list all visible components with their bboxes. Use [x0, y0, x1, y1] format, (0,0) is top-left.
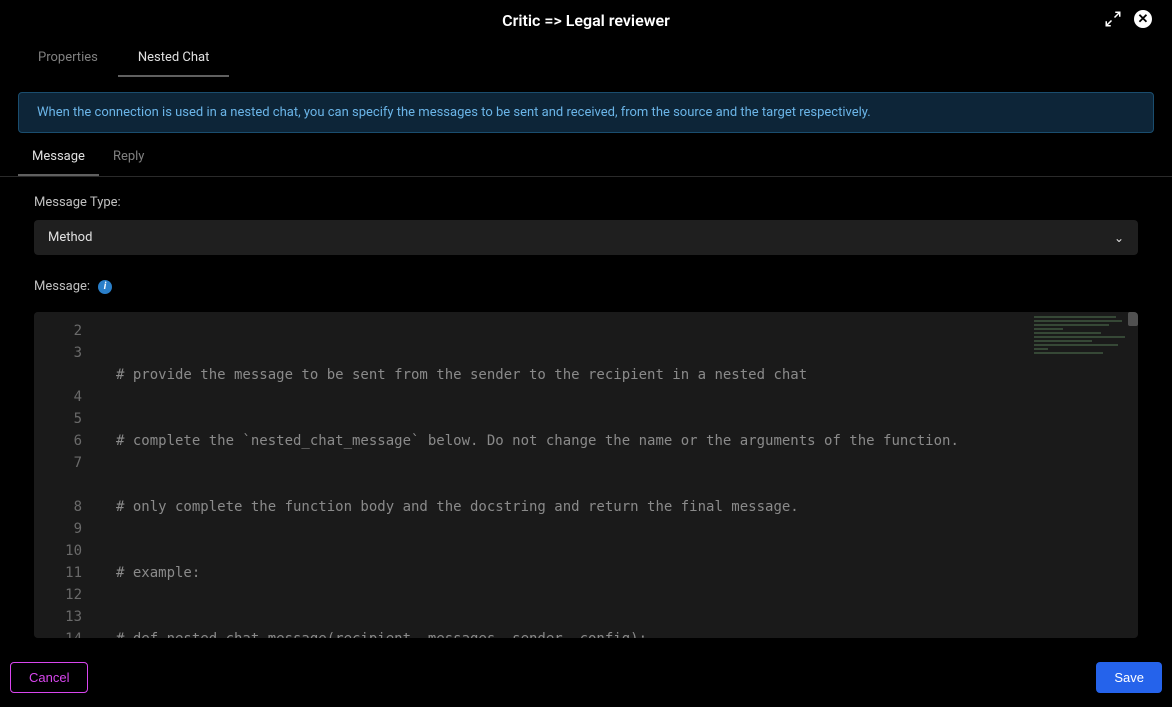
message-type-label: Message Type:: [34, 195, 1138, 210]
code-line-3: # complete the `nested_chat_message` bel…: [116, 433, 959, 449]
message-type-dropdown[interactable]: Method ⌄: [34, 220, 1138, 255]
code-editor[interactable]: 23 4567 891011121314 # provide the messa…: [34, 312, 1138, 638]
minimap[interactable]: [1034, 316, 1130, 356]
content-area: Message Type: Method ⌄ Message: i 23 456…: [0, 177, 1172, 648]
sub-tabs: Message Reply: [0, 139, 1172, 177]
expand-icon[interactable]: [1104, 10, 1122, 28]
main-tabs: Properties Nested Chat: [0, 40, 1172, 78]
cancel-button[interactable]: Cancel: [10, 662, 88, 693]
tab-reply[interactable]: Reply: [99, 139, 159, 176]
message-label: Message: i: [34, 279, 1138, 294]
info-box: When the connection is used in a nested …: [18, 92, 1154, 133]
tab-properties[interactable]: Properties: [18, 40, 118, 77]
save-button[interactable]: Save: [1096, 662, 1162, 693]
chevron-down-icon: ⌄: [1114, 231, 1124, 245]
scrollbar-thumb[interactable]: [1128, 312, 1138, 326]
code-line-4: # only complete the function body and th…: [116, 499, 799, 515]
modal-footer: Cancel Save: [0, 648, 1172, 707]
code-line-2: # provide the message to be sent from th…: [116, 367, 807, 383]
tab-nested-chat[interactable]: Nested Chat: [118, 40, 230, 77]
modal-title: Critic => Legal reviewer: [502, 11, 670, 30]
tab-message[interactable]: Message: [18, 139, 99, 176]
code-line-5: # example:: [116, 565, 200, 581]
line-gutter: 23 4567 891011121314: [34, 312, 102, 638]
code-line-6: # def nested_chat_message(recipient, mes…: [116, 631, 647, 638]
message-type-value: Method: [48, 230, 92, 245]
modal-header: Critic => Legal reviewer ✕: [0, 0, 1172, 40]
message-label-text: Message:: [34, 279, 90, 294]
modal-controls: ✕: [1104, 10, 1152, 28]
close-icon[interactable]: ✕: [1134, 10, 1152, 28]
code-content[interactable]: # provide the message to be sent from th…: [102, 312, 1138, 638]
modal-dialog: Critic => Legal reviewer ✕ Properties Ne…: [0, 0, 1172, 707]
info-icon[interactable]: i: [98, 280, 112, 294]
